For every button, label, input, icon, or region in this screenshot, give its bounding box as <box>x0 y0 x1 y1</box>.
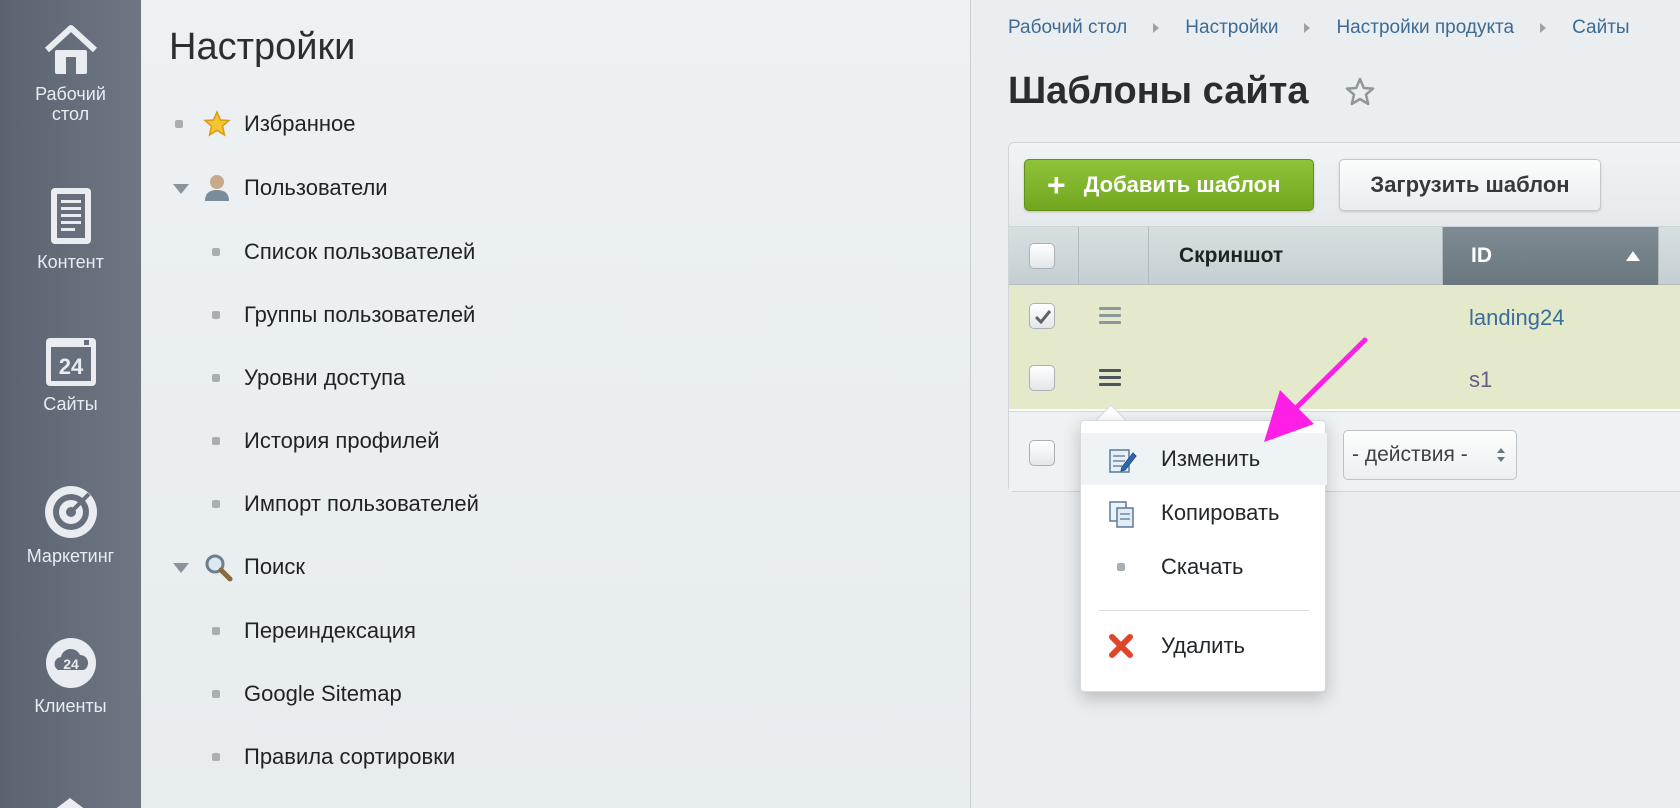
bullet-icon <box>175 120 183 128</box>
context-item-copy[interactable]: Копировать <box>1081 487 1327 539</box>
star-icon <box>203 110 231 137</box>
delete-x-icon <box>1109 634 1133 658</box>
select-all-checkbox[interactable] <box>1029 243 1055 269</box>
breadcrumb-item[interactable]: Сайты <box>1572 17 1629 39</box>
menu-item-label: Google Sitemap <box>244 681 402 706</box>
menu-item-label: Поиск <box>244 554 305 579</box>
menu-item-label: Уровни доступа <box>244 365 406 390</box>
column-header-screenshot[interactable]: Скриншот <box>1149 227 1443 285</box>
context-item-download[interactable]: Скачать <box>1081 541 1327 593</box>
bullet-icon <box>212 248 220 256</box>
upload-template-label: Загрузить шаблон <box>1370 172 1570 197</box>
row-checkbox[interactable] <box>1029 303 1055 329</box>
menu-item-label: Импорт пользователей <box>244 491 479 516</box>
bullet-icon <box>212 627 220 635</box>
breadcrumb-item[interactable]: Рабочий стол <box>1008 17 1127 39</box>
iconbar-item-clients[interactable]: 24 Клиенты <box>0 636 141 716</box>
iconbar-label: Сайты <box>43 394 98 414</box>
context-item-label: Копировать <box>1161 500 1280 525</box>
iconbar-label: Клиенты <box>34 696 107 716</box>
magnifier-icon <box>205 554 233 582</box>
column-label: ID <box>1471 244 1492 267</box>
template-id-link[interactable]: landing24 <box>1469 305 1564 331</box>
settings-menu: Настройки Избранное Пользователи Список … <box>141 0 971 808</box>
cloud-24-icon: 24 <box>45 638 96 688</box>
breadcrumb-item[interactable]: Настройки продукта <box>1336 17 1514 39</box>
row-context-menu: Изменить Копировать Скачать Удалить <box>1080 420 1327 692</box>
menu-item-label: Список пользователей <box>244 239 476 264</box>
svg-text:24: 24 <box>58 354 83 379</box>
calendar-24-icon: 24 <box>45 338 96 386</box>
expand-triangle-icon[interactable] <box>173 563 189 573</box>
iconbar-item-content[interactable]: Контент <box>0 186 141 272</box>
menu-title: Настройки <box>169 26 356 68</box>
annotation-arrow-icon <box>1264 337 1368 442</box>
bullet-icon <box>212 500 220 508</box>
bullet-icon <box>1117 563 1125 571</box>
menu-item-label: Переиндексация <box>244 618 416 643</box>
context-item-label: Скачать <box>1161 554 1244 579</box>
chevron-right-icon <box>1540 23 1547 33</box>
upload-template-button[interactable]: Загрузить шаблон <box>1339 159 1601 211</box>
menu-item-label: Избранное <box>244 111 356 136</box>
left-icon-bar: Рабочий стол Контент 24 Сайты Маркетинг … <box>0 0 141 808</box>
home-icon <box>56 798 84 808</box>
breadcrumb: Рабочий стол Настройки Настройки продукт… <box>1008 17 1630 39</box>
favorite-star-icon[interactable] <box>1344 76 1376 108</box>
toolbar: + Добавить шаблон Загрузить шаблон <box>1009 143 1680 227</box>
breadcrumb-item[interactable]: Настройки <box>1185 17 1278 39</box>
svg-text:24: 24 <box>63 656 79 672</box>
expand-triangle-icon[interactable] <box>173 184 189 194</box>
home-icon <box>44 25 97 74</box>
iconbar-label: Рабочий стол <box>35 84 106 124</box>
bullet-icon <box>212 374 220 382</box>
menu-item-label: Пользователи <box>244 175 388 200</box>
table-header: Скриншот ID <box>1009 227 1680 285</box>
menu-item-label: Группы пользователей <box>244 302 476 327</box>
column-label: Скриншот <box>1179 244 1284 267</box>
iconbar-item-sites[interactable]: 24 Сайты <box>0 334 141 414</box>
bullet-icon <box>212 311 220 319</box>
row-menu-icon[interactable] <box>1099 307 1121 328</box>
menu-item-label: Правила сортировки <box>244 744 456 769</box>
edit-icon <box>1109 449 1137 473</box>
bullet-icon <box>212 437 220 445</box>
template-id-link[interactable]: s1 <box>1469 367 1492 393</box>
context-item-label: Удалить <box>1161 633 1245 658</box>
iconbar-label: Маркетинг <box>26 546 115 566</box>
chevron-right-icon <box>1304 23 1311 33</box>
iconbar-item-marketing[interactable]: Маркетинг <box>0 484 141 566</box>
context-menu-divider <box>1099 610 1309 611</box>
sort-ascending-icon <box>1626 251 1640 261</box>
context-item-label: Изменить <box>1161 446 1261 471</box>
header-actions-cell <box>1079 227 1149 285</box>
document-icon <box>50 188 91 244</box>
row-checkbox[interactable] <box>1029 365 1055 391</box>
column-header-id[interactable]: ID <box>1443 227 1659 285</box>
copy-icon <box>1109 501 1134 528</box>
bullet-icon <box>212 753 220 761</box>
plus-icon: + <box>1047 167 1066 203</box>
checkmark-icon <box>1034 310 1052 325</box>
row-menu-icon[interactable] <box>1099 369 1121 390</box>
header-checkbox-cell <box>1009 227 1079 285</box>
chevron-right-icon <box>1153 23 1160 33</box>
page-title: Шаблоны сайта <box>1008 70 1309 112</box>
select-arrows-icon <box>1497 448 1505 462</box>
iconbar-label: Контент <box>37 252 104 272</box>
bullet-icon <box>212 690 220 698</box>
add-template-label: Добавить шаблон <box>1083 172 1281 197</box>
menu-item-label: История профилей <box>244 428 440 453</box>
footer-checkbox[interactable] <box>1029 440 1055 466</box>
iconbar-item-desktop[interactable]: Рабочий стол <box>0 24 141 124</box>
user-icon <box>205 175 229 201</box>
add-template-button[interactable]: + Добавить шаблон <box>1024 159 1314 211</box>
target-icon <box>44 486 97 538</box>
context-item-delete[interactable]: Удалить <box>1081 620 1327 672</box>
